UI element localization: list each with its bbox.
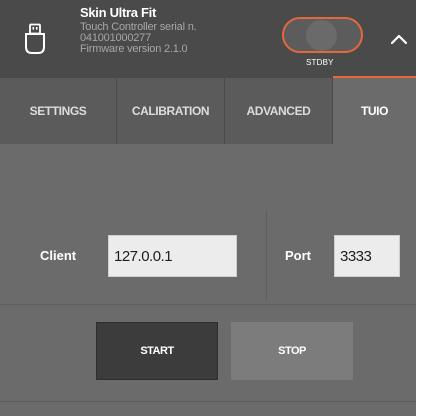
bottom-divider bbox=[0, 401, 416, 402]
start-button[interactable]: START bbox=[96, 322, 218, 380]
port-label: Port bbox=[285, 248, 311, 263]
firmware-version: Firmware version 2.1.0 bbox=[80, 43, 188, 55]
usb-icon bbox=[25, 23, 45, 54]
tab-tuio[interactable]: TUIO bbox=[333, 78, 416, 144]
port-input[interactable] bbox=[334, 235, 400, 277]
tab-advanced[interactable]: ADVANCED bbox=[225, 78, 333, 144]
toggle-knob[interactable] bbox=[306, 20, 337, 51]
tab-settings[interactable]: SETTINGS bbox=[0, 78, 117, 144]
device-header: Skin Ultra Fit Touch Controller serial n… bbox=[0, 0, 416, 78]
chevron-up-icon[interactable] bbox=[386, 26, 412, 52]
client-address-input[interactable] bbox=[108, 235, 237, 277]
client-label: Client bbox=[40, 248, 77, 263]
window-edge bbox=[416, 0, 430, 416]
standby-toggle[interactable] bbox=[282, 17, 363, 53]
field-divider bbox=[266, 210, 267, 300]
device-name: Skin Ultra Fit bbox=[80, 5, 156, 20]
tab-calibration[interactable]: CALIBRATION bbox=[117, 78, 225, 144]
tuio-panel: Skin Ultra Fit Touch Controller serial n… bbox=[0, 0, 416, 416]
standby-label: STDBY bbox=[306, 58, 334, 67]
stop-button[interactable]: STOP bbox=[231, 322, 353, 380]
section-divider bbox=[0, 304, 416, 305]
tab-bar: SETTINGS CALIBRATION ADVANCED TUIO bbox=[0, 78, 416, 144]
